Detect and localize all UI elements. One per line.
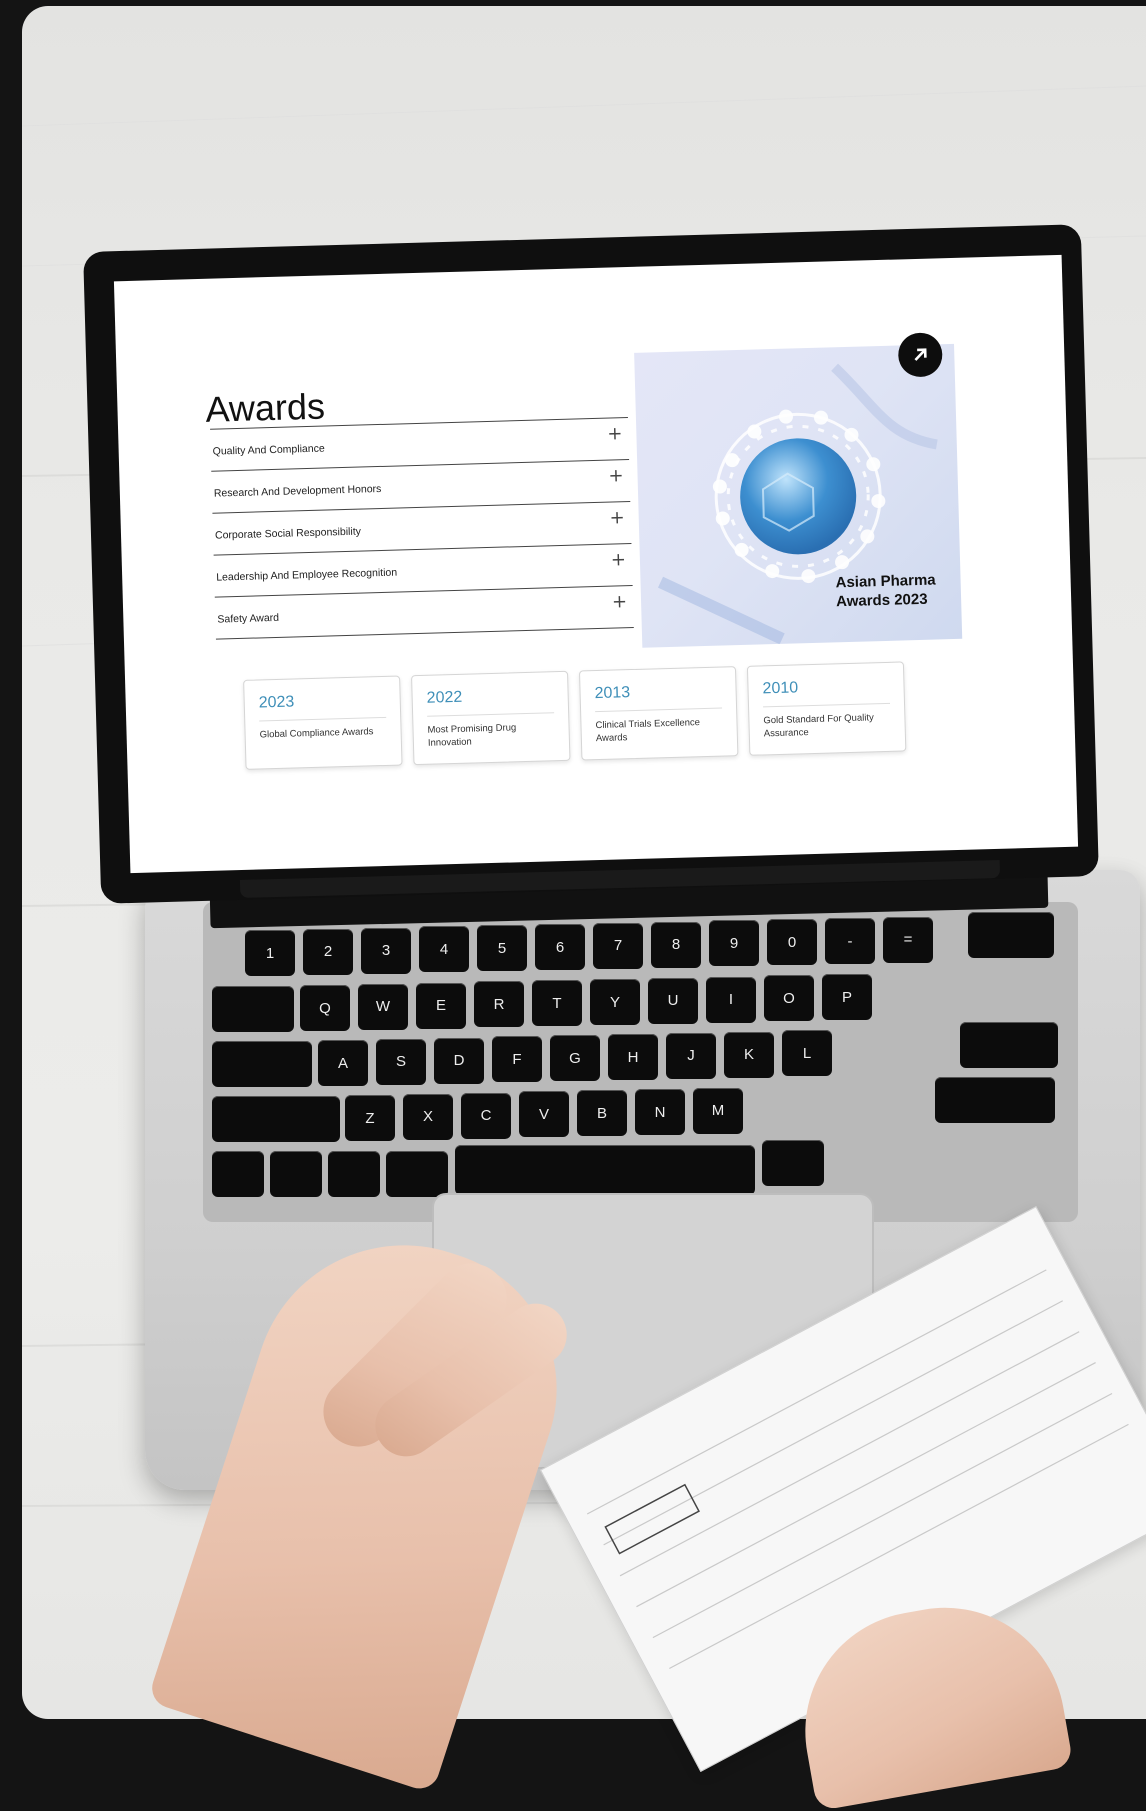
key-3[interactable]: 3 [361, 927, 411, 974]
award-card[interactable]: 2022 Most Promising Drug Innovation [411, 670, 571, 766]
key-fn[interactable] [212, 1151, 264, 1197]
key-q[interactable]: Q [300, 985, 350, 1031]
key-n[interactable]: N [635, 1089, 685, 1135]
key-j[interactable]: J [666, 1032, 716, 1079]
key-0[interactable]: 0 [767, 919, 817, 966]
key-6[interactable]: 6 [535, 924, 585, 970]
laptop-screen: Awards Quality And Compliance + Research… [113, 254, 1079, 874]
award-card[interactable]: 2010 Gold Standard For Quality Assurance [746, 661, 907, 756]
card-divider [763, 702, 891, 708]
award-name: Gold Standard For Quality Assurance [763, 712, 874, 740]
key-delete[interactable] [968, 912, 1054, 958]
key-g[interactable]: G [550, 1035, 600, 1082]
award-year: 2010 [762, 679, 799, 698]
key-r[interactable]: R [474, 981, 524, 1028]
key-4[interactable]: 4 [419, 926, 469, 973]
key-f[interactable]: F [492, 1036, 542, 1083]
feature-caption-line2: Awards 2023 [835, 590, 928, 611]
key-l[interactable]: L [782, 1030, 832, 1077]
page-title: Awards [204, 385, 326, 430]
key-9[interactable]: 9 [709, 920, 759, 967]
plus-icon[interactable]: + [611, 549, 627, 570]
plus-icon[interactable]: + [609, 507, 625, 528]
key-7[interactable]: 7 [593, 922, 643, 969]
card-divider [595, 707, 723, 713]
award-name: Most Promising Drug Innovation [427, 722, 517, 749]
plus-icon[interactable]: + [607, 423, 623, 444]
award-name: Global Compliance Awards [259, 726, 374, 741]
key-tab[interactable] [212, 986, 294, 1032]
key-2[interactable]: 2 [303, 928, 353, 975]
award-card[interactable]: 2013 Clinical Trials Excellence Awards [578, 666, 739, 761]
key-c[interactable]: C [461, 1092, 511, 1139]
card-divider [427, 712, 555, 717]
key-control[interactable] [270, 1151, 322, 1197]
key-caps[interactable] [212, 1041, 312, 1087]
key-u[interactable]: U [648, 977, 698, 1024]
key-i[interactable]: I [706, 976, 756, 1023]
key-s[interactable]: S [376, 1038, 426, 1085]
key-shift-left[interactable] [212, 1096, 340, 1142]
key-d[interactable]: D [434, 1037, 484, 1084]
accordion-label: Leadership And Employee Recognition [216, 566, 398, 584]
key-t[interactable]: T [532, 980, 582, 1027]
key-y[interactable]: Y [590, 979, 640, 1025]
key-5[interactable]: 5 [477, 925, 527, 972]
key-return[interactable] [960, 1022, 1058, 1068]
key-x[interactable]: X [403, 1093, 453, 1140]
accordion-label: Safety Award [217, 611, 280, 626]
award-name: Clinical Trials Excellence Awards [595, 717, 701, 745]
award-card[interactable]: 2023 Global Compliance Awards [243, 675, 403, 770]
key-shift-right[interactable] [935, 1077, 1055, 1123]
accordion-label: Quality And Compliance [212, 442, 325, 458]
key-b[interactable]: B [577, 1090, 627, 1137]
key-h[interactable]: H [608, 1034, 658, 1080]
key-w[interactable]: W [358, 983, 408, 1030]
feature-caption: Asian Pharma Awards 2023 [835, 571, 936, 612]
key-option[interactable] [328, 1151, 380, 1197]
plus-icon[interactable]: + [612, 591, 628, 612]
accordion-label: Corporate Social Responsibility [214, 525, 362, 542]
card-divider [259, 716, 387, 722]
key-k[interactable]: K [724, 1031, 774, 1078]
key-a[interactable]: A [318, 1040, 368, 1086]
key-command-right[interactable] [762, 1140, 824, 1186]
feature-image[interactable]: Asian Pharma Awards 2023 [634, 343, 963, 648]
key-1[interactable]: 1 [245, 930, 295, 976]
key-p[interactable]: P [822, 974, 872, 1021]
award-year: 2022 [426, 688, 463, 707]
key-o[interactable]: O [764, 975, 814, 1022]
key-command-left[interactable] [386, 1151, 448, 1197]
accordion-label: Research And Development Honors [213, 482, 382, 500]
key-8[interactable]: 8 [651, 921, 701, 968]
key-v[interactable]: V [519, 1091, 569, 1138]
key--[interactable]: - [825, 918, 875, 964]
key-e[interactable]: E [416, 982, 466, 1029]
key-space[interactable] [455, 1145, 755, 1195]
plus-icon[interactable]: + [608, 465, 624, 486]
key-m[interactable]: M [693, 1087, 743, 1134]
award-year: 2013 [594, 684, 631, 703]
key-=[interactable]: = [883, 916, 933, 963]
key-z[interactable]: Z [345, 1095, 395, 1141]
award-year: 2023 [258, 693, 295, 712]
